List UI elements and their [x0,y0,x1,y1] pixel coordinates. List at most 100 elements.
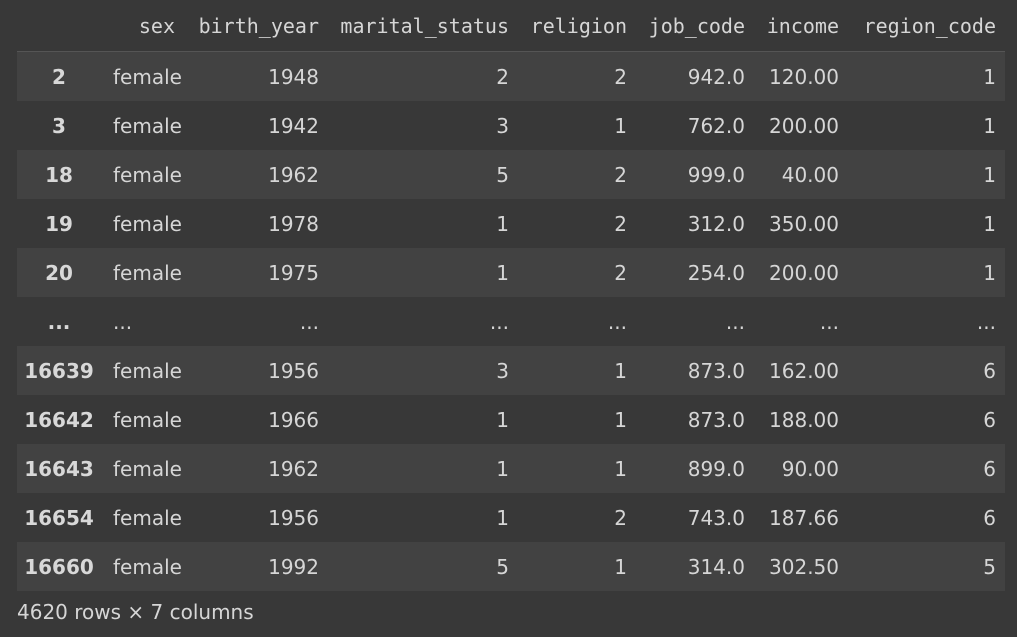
table-row: 18 female 1962 5 2 999.0 40.00 1 [17,150,1005,199]
religion-cell: 2 [614,260,627,285]
religion-cell: 2 [614,211,627,236]
index-cell: 3 [52,113,66,138]
marital-status-cell: 1 [496,211,509,236]
religion-cell: ... [607,309,627,334]
birth-year-cell: 1962 [268,456,319,481]
header-religion: religion [518,0,636,52]
table-body: 2 female 1948 2 2 942.0 120.00 1 3 female 1942 3 1 76… [17,51,1005,591]
region-code-cell: 1 [983,260,996,285]
marital-status-cell: 5 [496,554,509,579]
job-code-cell: 999.0 [687,162,745,187]
birth-year-cell: 1948 [268,64,319,89]
sex-cell: ... [113,309,133,334]
index-cell: 16642 [24,407,94,432]
job-code-cell: 899.0 [687,456,745,481]
index-cell: 16660 [24,554,94,579]
religion-cell: 2 [614,162,627,187]
religion-cell: 1 [614,554,627,579]
income-cell: 302.50 [769,554,839,579]
job-code-cell: 314.0 [687,554,745,579]
income-cell: ... [819,309,839,334]
dataframe-table: sex birth_year marital_status religion j… [17,0,1005,591]
income-cell: 90.00 [781,456,839,481]
birth-year-cell: 1978 [268,211,319,236]
region-code-cell: 1 [983,211,996,236]
header-index [17,0,97,52]
table-row: 19 female 1978 1 2 312.0 350.00 1 [17,199,1005,248]
marital-status-cell: 1 [496,505,509,530]
sex-cell: female [113,260,182,285]
sex-cell: female [113,505,182,530]
dataframe-output: sex birth_year marital_status religion j… [17,0,1005,591]
income-cell: 162.00 [769,358,839,383]
job-code-cell: 942.0 [687,64,745,89]
region-code-cell: 1 [983,64,996,89]
table-row: 16643 female 1962 1 1 899.0 90.00 6 [17,444,1005,493]
region-code-cell: 5 [983,554,996,579]
religion-cell: 1 [614,407,627,432]
marital-status-cell: 1 [496,456,509,481]
region-code-cell: 6 [983,407,996,432]
job-code-cell: ... [725,309,745,334]
table-row: 20 female 1975 1 2 254.0 200.00 1 [17,248,1005,297]
birth-year-cell: 1956 [268,505,319,530]
income-cell: 40.00 [781,162,839,187]
index-cell: 16643 [24,456,94,481]
job-code-cell: 312.0 [687,211,745,236]
header-marital-status: marital_status [328,0,518,52]
marital-status-cell: 1 [496,260,509,285]
birth-year-cell: 1942 [268,113,319,138]
header-job-code: job_code [636,0,754,52]
religion-cell: 2 [614,64,627,89]
marital-status-cell: 3 [496,113,509,138]
birth-year-cell: ... [299,309,319,334]
region-code-cell: 6 [983,358,996,383]
birth-year-cell: 1992 [268,554,319,579]
income-cell: 120.00 [769,64,839,89]
income-cell: 200.00 [769,113,839,138]
marital-status-cell: 5 [496,162,509,187]
sex-cell: female [113,113,182,138]
religion-cell: 2 [614,505,627,530]
index-cell: 20 [45,260,73,285]
sex-cell: female [113,358,182,383]
header-birth-year: birth_year [184,0,328,52]
income-cell: 187.66 [769,505,839,530]
index-cell: 2 [52,64,66,89]
marital-status-cell: 3 [496,358,509,383]
table-row: 3 female 1942 3 1 762.0 200.00 1 [17,101,1005,150]
sex-cell: female [113,456,182,481]
income-cell: 350.00 [769,211,839,236]
region-code-cell: 6 [983,456,996,481]
region-code-cell: ... [976,309,996,334]
income-cell: 200.00 [769,260,839,285]
table-row: ........................ [17,297,1005,346]
sex-cell: female [113,554,182,579]
header-income: income [754,0,848,52]
birth-year-cell: 1962 [268,162,319,187]
index-cell: 18 [45,162,73,187]
region-code-cell: 1 [983,162,996,187]
region-code-cell: 1 [983,113,996,138]
job-code-cell: 743.0 [687,505,745,530]
table-row: 16660 female 1992 5 1 314.0 302.50 5 [17,542,1005,591]
marital-status-cell: ... [489,309,509,334]
row-count-summary: 4620 rows × 7 columns [17,600,254,624]
index-cell: 16639 [24,358,94,383]
table-header: sex birth_year marital_status religion j… [17,0,1005,52]
sex-cell: female [113,407,182,432]
index-cell: 19 [45,211,73,236]
job-code-cell: 873.0 [687,358,745,383]
religion-cell: 1 [614,358,627,383]
marital-status-cell: 1 [496,407,509,432]
table-row: 16654 female 1956 1 2 743.0 187.66 6 [17,493,1005,542]
index-cell: 16654 [24,505,94,530]
table-row: 2 female 1948 2 2 942.0 120.00 1 [17,51,1005,101]
income-cell: 188.00 [769,407,839,432]
sex-cell: female [113,162,182,187]
sex-cell: female [113,211,182,236]
birth-year-cell: 1956 [268,358,319,383]
header-region-code: region_code [848,0,1005,52]
region-code-cell: 6 [983,505,996,530]
header-sex: sex [97,0,184,52]
